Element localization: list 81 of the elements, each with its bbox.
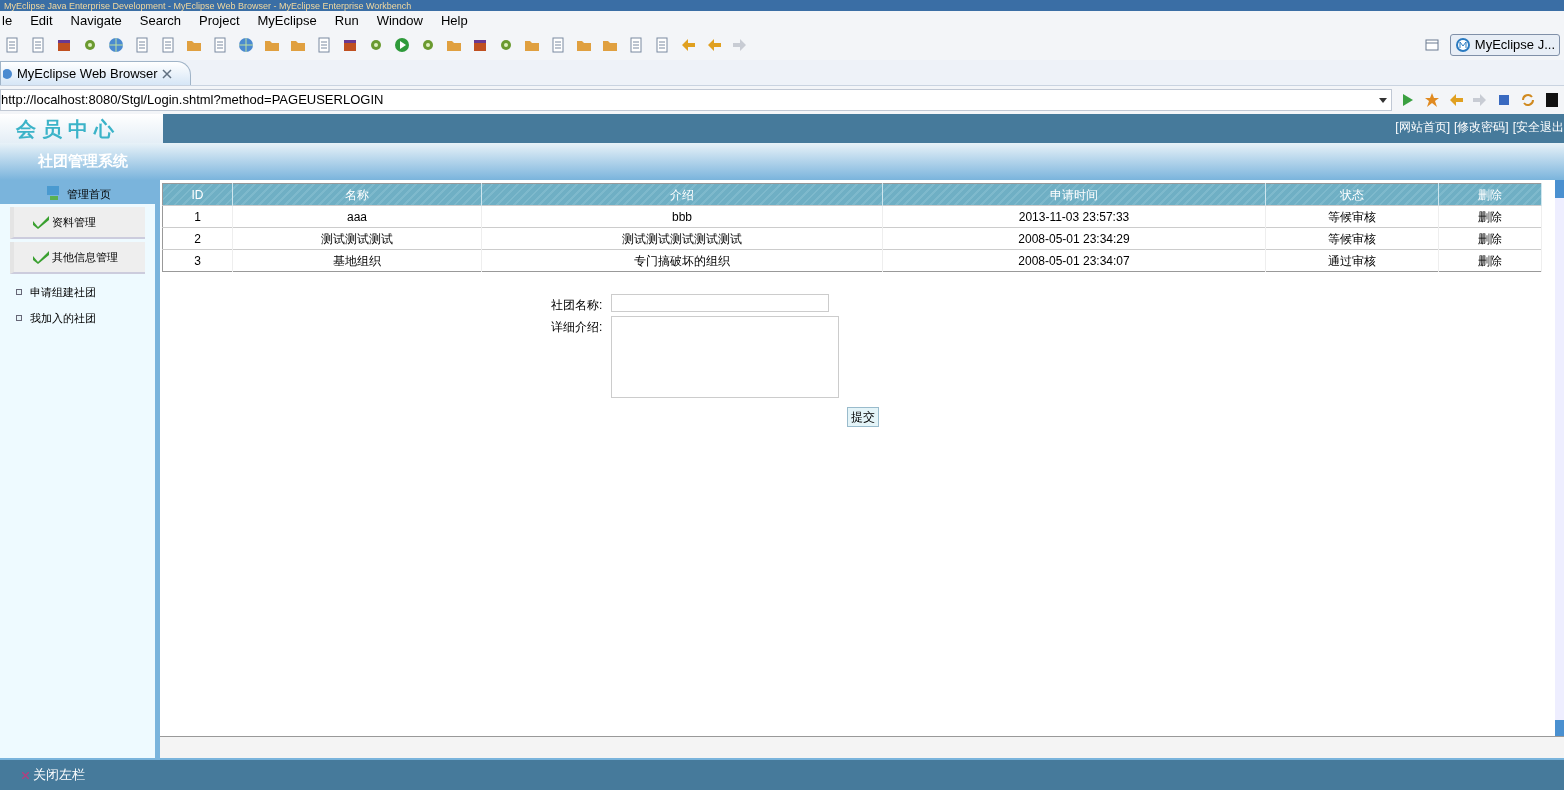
table-cell: 测试测试测试 (232, 227, 482, 250)
sidebar-link[interactable]: 我加入的社团 (30, 309, 96, 326)
header-link[interactable]: [网站首页] (1395, 118, 1450, 136)
logo-panel: 会员中心 (0, 114, 163, 143)
delete-link[interactable]: 删除 (1478, 253, 1502, 268)
menu-item[interactable]: MyEclipse (255, 10, 319, 31)
table-cell: 2008-05-01 23:34:29 (882, 227, 1266, 250)
close-sidebar-link[interactable]: 关闭左栏 (33, 765, 85, 785)
forward-arrow-icon[interactable] (1472, 92, 1488, 108)
table-cell: 2013-11-03 23:57:33 (882, 205, 1266, 228)
back-arrow-icon[interactable] (680, 37, 696, 53)
menu-item[interactable]: Search (137, 10, 184, 31)
header-link[interactable]: [修改密码] (1454, 118, 1509, 136)
document-icon[interactable] (134, 37, 150, 53)
window-icon[interactable] (1423, 37, 1440, 53)
menu-item[interactable]: Help (438, 10, 470, 31)
textarea-field[interactable] (611, 316, 839, 398)
dropdown-caret-icon (1379, 97, 1387, 103)
document-icon[interactable] (628, 37, 644, 53)
bullet-icon[interactable] (16, 314, 22, 321)
document-icon[interactable] (30, 37, 46, 53)
play-icon[interactable] (394, 37, 410, 53)
column-header: 申请时间 (882, 183, 1266, 206)
menu-item[interactable]: Navigate (68, 10, 124, 31)
menu-item[interactable]: Window (374, 10, 425, 31)
table-cell: 通过审核 (1265, 249, 1439, 272)
address-field[interactable]: http://localhost:8080/Stgl/Login.shtml?method=PAGEUSERLOGIN (0, 89, 1392, 111)
header-link[interactable]: [安全退出 (1512, 118, 1564, 136)
table-cell: 等候审核 (1265, 205, 1439, 228)
text-input-field[interactable] (611, 294, 829, 312)
document-icon[interactable] (654, 37, 670, 53)
console-icon[interactable] (1544, 92, 1560, 108)
back-arrow-icon[interactable] (1448, 92, 1464, 108)
box-icon[interactable] (342, 37, 358, 53)
sidebar-section-button[interactable]: 其他信息管理 (10, 242, 145, 274)
box-icon[interactable] (56, 37, 72, 53)
browser-tab[interactable]: MyEclipse Web Browser (0, 61, 191, 85)
sidebar-link[interactable]: 申请组建社团 (30, 284, 96, 301)
table-cell: 1 (162, 205, 233, 228)
box-icon[interactable] (472, 37, 488, 53)
table-cell: 测试测试测试测试测试 (481, 227, 883, 250)
table-cell: 基地组织 (232, 249, 482, 272)
column-header: ID (162, 183, 233, 206)
table-cell: 2 (162, 227, 233, 250)
table-cell: 2008-05-01 23:34:07 (882, 249, 1266, 272)
close-icon (22, 771, 29, 779)
delete-link[interactable]: 删除 (1478, 209, 1502, 224)
document-icon[interactable] (316, 37, 332, 53)
perspective-button[interactable]: MyEclipse J... (1449, 34, 1560, 56)
delete-link[interactable]: 删除 (1478, 231, 1502, 246)
column-header: 介绍 (481, 183, 883, 206)
title-band: 社团管理系统 (0, 143, 1564, 180)
menu-item[interactable]: Run (332, 10, 361, 31)
document-icon[interactable] (160, 37, 176, 53)
table-cell: 专门搞破坏的组织 (481, 249, 883, 272)
table-cell: 3 (162, 249, 233, 272)
field-label: 社团名称: (551, 297, 604, 314)
menu-item[interactable]: Edit (28, 10, 55, 31)
sidebar-section-button[interactable]: 资料管理 (10, 207, 145, 239)
back-arrow-icon[interactable] (706, 37, 722, 53)
column-header: 删除 (1438, 183, 1542, 206)
menu-item[interactable]: le (0, 10, 15, 31)
stop-icon[interactable] (1496, 92, 1512, 108)
submit-button[interactable]: 提交 (847, 407, 879, 427)
star-icon[interactable] (1424, 92, 1440, 108)
table-cell: bbb (481, 205, 883, 228)
bullet-icon[interactable] (16, 289, 22, 296)
column-header: 状态 (1265, 183, 1439, 206)
field-label: 详细介绍: (551, 319, 604, 336)
forward-arrow-icon[interactable] (732, 37, 748, 53)
refresh-icon[interactable] (1520, 92, 1536, 108)
menu-item[interactable]: Project (197, 10, 242, 31)
close-icon[interactable] (161, 68, 172, 79)
window-title: MyEclipse Java Enterprise Development - MyEclipse Web Browser - MyEclipse Enterprise Workbench (4, 0, 412, 11)
table-cell: aaa (232, 205, 482, 228)
document-icon[interactable] (550, 37, 566, 53)
column-header: 名称 (232, 183, 482, 206)
document-icon[interactable] (4, 37, 20, 53)
m-logo-icon[interactable] (1454, 37, 1471, 53)
table-cell: 等候审核 (1265, 227, 1439, 250)
document-icon[interactable] (212, 37, 228, 53)
